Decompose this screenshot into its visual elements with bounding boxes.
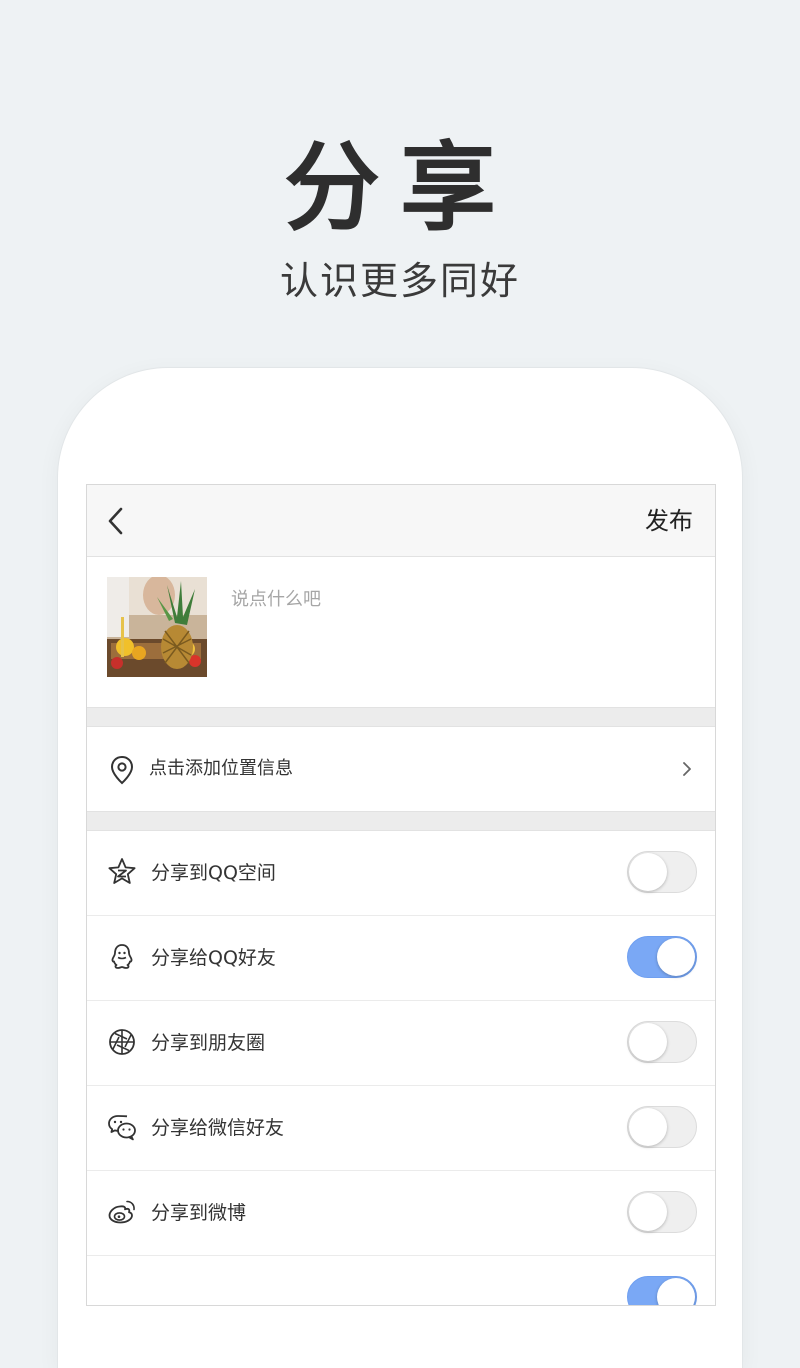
wechat-toggle[interactable]	[627, 1106, 697, 1148]
share-option-label: 分享到微博	[151, 1202, 247, 1224]
share-option-label: 分享给QQ好友	[151, 947, 276, 969]
back-icon[interactable]	[105, 505, 127, 537]
share-option-qq: 分享给QQ好友	[87, 916, 715, 1001]
toggle-knob	[629, 1193, 667, 1231]
toggle-knob	[629, 1023, 667, 1061]
compose-input[interactable]	[231, 585, 691, 675]
share-option-moments: 分享到朋友圈	[87, 1001, 715, 1086]
hero-title: 分享	[284, 132, 516, 244]
add-location-label: 点击添加位置信息	[149, 758, 293, 779]
wechat-icon	[108, 1115, 136, 1141]
share-option-label: 分享到朋友圈	[151, 1032, 266, 1054]
share-option-qzone: 分享到QQ空间	[87, 831, 715, 916]
qzone-icon	[108, 858, 136, 884]
weibo-toggle[interactable]	[627, 1191, 697, 1233]
compose-area	[87, 557, 715, 707]
qq-icon	[111, 944, 133, 969]
location-pin-icon	[110, 755, 134, 785]
share-option-wechat: 分享给微信好友	[87, 1086, 715, 1171]
section-divider	[87, 707, 715, 727]
qq-toggle[interactable]	[627, 936, 697, 978]
section-divider	[87, 811, 715, 831]
share-option-weibo: 分享到微博	[87, 1171, 715, 1256]
share-options-list: 分享到QQ空间 分享给QQ好友 分享到朋友圈 分享给微信好友 分享到微博	[87, 831, 715, 1305]
publish-button[interactable]: 发布	[645, 503, 693, 539]
add-location-row[interactable]: 点击添加位置信息	[87, 727, 715, 811]
toggle-knob	[657, 938, 695, 976]
attached-photo[interactable]	[107, 577, 207, 677]
share-option-more	[87, 1256, 715, 1305]
share-option-label: 分享到QQ空间	[151, 862, 276, 884]
share-option-label: 分享给微信好友	[151, 1117, 285, 1139]
hero-subtitle: 认识更多同好	[279, 259, 520, 303]
toggle-knob	[657, 1278, 695, 1305]
weibo-icon	[108, 1200, 135, 1224]
qzone-toggle[interactable]	[627, 851, 697, 893]
toggle-knob	[629, 1108, 667, 1146]
toggle-knob	[629, 853, 667, 891]
moments-toggle[interactable]	[627, 1021, 697, 1063]
app-screen: 发布 说点什么吧 点击添加位置信息 分享到QQ空间 分享给QQ好友 分享到朋友圈…	[86, 484, 716, 1306]
more-toggle[interactable]	[627, 1276, 697, 1305]
moments-icon	[109, 1029, 135, 1055]
chevron-right-icon	[683, 762, 691, 776]
nav-bar: 发布	[87, 485, 715, 557]
